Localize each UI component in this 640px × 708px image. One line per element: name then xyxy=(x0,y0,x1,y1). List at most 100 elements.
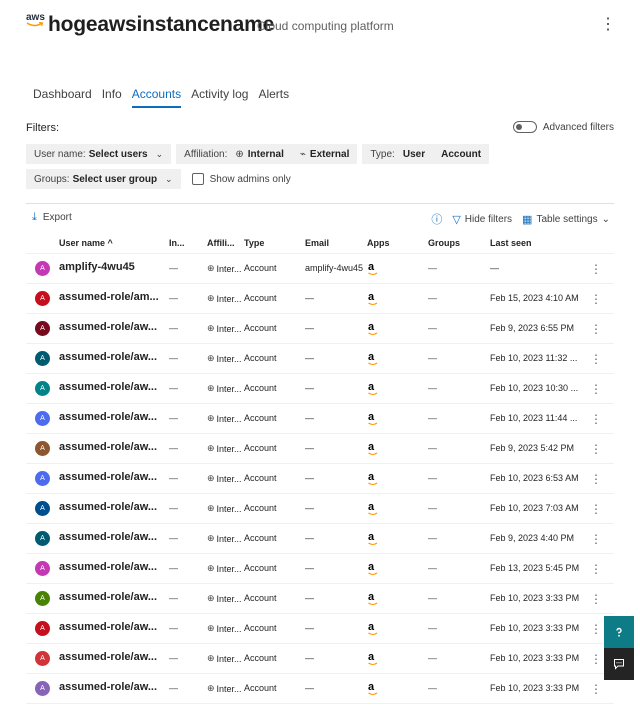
affiliation-text: Inter... xyxy=(216,533,242,544)
table-row[interactable]: Aassumed-role/aw... — ⊕ Inter... Account — a — F… xyxy=(26,614,614,644)
table-row[interactable]: Aassumed-role/aw... — ⊕ Inter... Account — a — F… xyxy=(26,344,614,374)
user-name-cell[interactable]: assumed-role/aw... xyxy=(59,561,161,573)
table-settings-button[interactable]: ▦ Table settings ⌄ xyxy=(522,213,610,226)
user-name-cell[interactable]: assumed-role/aw... xyxy=(59,441,161,453)
avatar: A xyxy=(35,441,50,456)
affiliation-cell: ⊕ Inter... xyxy=(207,623,245,634)
table-row[interactable]: Aassumed-role/aw... — ⊕ Inter... Account — a — F… xyxy=(26,404,614,434)
app-name: hogeawsinstancename xyxy=(48,13,275,36)
internal-icon: ⊕ xyxy=(207,683,215,693)
row-more-icon[interactable]: ⋮ xyxy=(590,442,602,456)
row-more-icon[interactable]: ⋮ xyxy=(590,592,602,606)
user-name-cell[interactable]: assumed-role/aw... xyxy=(59,621,161,633)
amazon-app-icon: a xyxy=(368,292,378,306)
type-account-button[interactable]: Account xyxy=(433,144,489,164)
feedback-button[interactable] xyxy=(604,648,634,680)
advanced-filters-toggle[interactable] xyxy=(512,121,537,133)
last-seen-cell: — xyxy=(490,263,499,273)
user-name-filter[interactable]: User name: Select users ⌄ xyxy=(26,144,172,164)
last-seen-cell: Feb 10, 2023 7:03 AM xyxy=(490,503,579,513)
email-cell: — xyxy=(305,563,314,573)
table-row[interactable]: Aassumed-role/aw... — ⊕ Inter... Account — a — F… xyxy=(26,674,614,704)
table-row[interactable]: Aassumed-role/aw... — ⊕ Inter... Account — a — F… xyxy=(26,434,614,464)
in-cell: — xyxy=(169,593,178,603)
user-name-cell[interactable]: assumed-role/aw... xyxy=(59,381,161,393)
last-seen-cell: Feb 13, 2023 5:45 PM xyxy=(490,563,580,573)
affiliation-external-button[interactable]: ⌁ External xyxy=(292,144,358,164)
col-affiliation[interactable]: Affili... xyxy=(207,238,235,248)
row-more-icon[interactable]: ⋮ xyxy=(590,502,602,516)
user-name-cell[interactable]: assumed-role/aw... xyxy=(59,321,161,333)
user-name-cell[interactable]: amplify-4wu45 xyxy=(59,261,161,273)
col-groups[interactable]: Groups xyxy=(428,238,460,248)
tab-info[interactable]: Info xyxy=(102,86,122,106)
row-more-icon[interactable]: ⋮ xyxy=(590,622,602,636)
row-more-icon[interactable]: ⋮ xyxy=(590,322,602,336)
info-icon[interactable]: ⓘ xyxy=(431,211,442,227)
table-row[interactable]: Aamplify-4wu45 — ⊕ Inter... Account amplify-4… xyxy=(26,254,614,284)
col-apps[interactable]: Apps xyxy=(367,238,390,248)
more-vertical-icon[interactable]: ⋮ xyxy=(600,15,616,35)
row-more-icon[interactable]: ⋮ xyxy=(590,562,602,576)
user-name-cell[interactable]: assumed-role/am... xyxy=(59,291,161,303)
tab-accounts[interactable]: Accounts xyxy=(131,86,182,108)
affiliation-external-label: External xyxy=(309,148,350,160)
type-user-button[interactable]: User xyxy=(395,144,433,164)
user-name-cell[interactable]: assumed-role/aw... xyxy=(59,531,161,543)
amazon-app-icon: a xyxy=(368,622,378,636)
affiliation-text: Inter... xyxy=(216,503,242,514)
col-last-seen[interactable]: Last seen xyxy=(490,238,532,248)
col-email[interactable]: Email xyxy=(305,238,329,248)
user-name-cell[interactable]: assumed-role/aw... xyxy=(59,651,161,663)
tab-alerts[interactable]: Alerts xyxy=(258,86,289,106)
row-more-icon[interactable]: ⋮ xyxy=(590,412,602,426)
in-cell: — xyxy=(169,563,178,573)
row-more-icon[interactable]: ⋮ xyxy=(590,292,602,306)
user-name-cell[interactable]: assumed-role/aw... xyxy=(59,411,161,423)
user-name-cell[interactable]: assumed-role/aw... xyxy=(59,351,161,363)
table-row[interactable]: Aassumed-role/aw... — ⊕ Inter... Account — a — F… xyxy=(26,464,614,494)
internal-icon: ⊕ xyxy=(207,473,215,483)
affiliation-cell: ⊕ Inter... xyxy=(207,533,245,544)
table-row[interactable]: Aassumed-role/aw... — ⊕ Inter... Account — a — F… xyxy=(26,644,614,674)
user-name-cell[interactable]: assumed-role/aw... xyxy=(59,501,161,513)
row-more-icon[interactable]: ⋮ xyxy=(590,262,602,276)
show-admins-checkbox[interactable] xyxy=(191,173,204,185)
type-cell: Account xyxy=(244,353,277,363)
groups-cell: — xyxy=(428,443,437,453)
table-row[interactable]: Aassumed-role/aw... — ⊕ Inter... Account — a — F… xyxy=(26,314,614,344)
col-in[interactable]: In... xyxy=(169,238,185,248)
export-button[interactable]: ⤓ Export xyxy=(32,211,72,224)
hide-filters-label: Hide filters xyxy=(464,213,513,225)
row-more-icon[interactable]: ⋮ xyxy=(590,352,602,366)
affiliation-cell: ⊕ Inter... xyxy=(207,503,245,514)
table-row[interactable]: Aassumed-role/aw... — ⊕ Inter... Account — a — F… xyxy=(26,524,614,554)
tab-activity-log[interactable]: Activity log xyxy=(191,86,248,106)
avatar: A xyxy=(35,651,50,666)
external-icon: ⌁ xyxy=(299,148,306,160)
tab-dashboard[interactable]: Dashboard xyxy=(33,86,92,106)
table-row[interactable]: Aassumed-role/aw... — ⊕ Inter... Account — a — F… xyxy=(26,494,614,524)
user-name-cell[interactable]: assumed-role/aw... xyxy=(59,471,161,483)
table-row[interactable]: Aassumed-role/aw... — ⊕ Inter... Account — a — F… xyxy=(26,584,614,614)
user-name-cell[interactable]: assumed-role/aw... xyxy=(59,681,161,693)
groups-filter[interactable]: Groups: Select user group ⌄ xyxy=(26,169,181,189)
user-name-cell[interactable]: assumed-role/aw... xyxy=(59,591,161,603)
col-user-name[interactable]: User name ^ xyxy=(59,238,113,248)
table-row[interactable]: Aassumed-role/aw... — ⊕ Inter... Account — a — F… xyxy=(26,374,614,404)
col-type[interactable]: Type xyxy=(244,238,264,248)
row-more-icon[interactable]: ⋮ xyxy=(590,382,602,396)
row-more-icon[interactable]: ⋮ xyxy=(590,472,602,486)
row-more-icon[interactable]: ⋮ xyxy=(590,682,602,696)
in-cell: — xyxy=(169,413,178,423)
hide-filters-button[interactable]: ▽ Hide filters xyxy=(452,213,512,226)
help-button[interactable] xyxy=(604,616,634,648)
row-more-icon[interactable]: ⋮ xyxy=(590,532,602,546)
affiliation-internal-button[interactable]: ⊕ Internal xyxy=(227,144,292,164)
table-row[interactable]: Aassumed-role/aw... — ⊕ Inter... Account — a — F… xyxy=(26,554,614,584)
affiliation-cell: ⊕ Inter... xyxy=(207,563,245,574)
table-row[interactable]: Aassumed-role/am... — ⊕ Inter... Account — a — F… xyxy=(26,284,614,314)
type-cell: Account xyxy=(244,683,277,693)
row-more-icon[interactable]: ⋮ xyxy=(590,652,602,666)
help-icon xyxy=(616,627,622,637)
